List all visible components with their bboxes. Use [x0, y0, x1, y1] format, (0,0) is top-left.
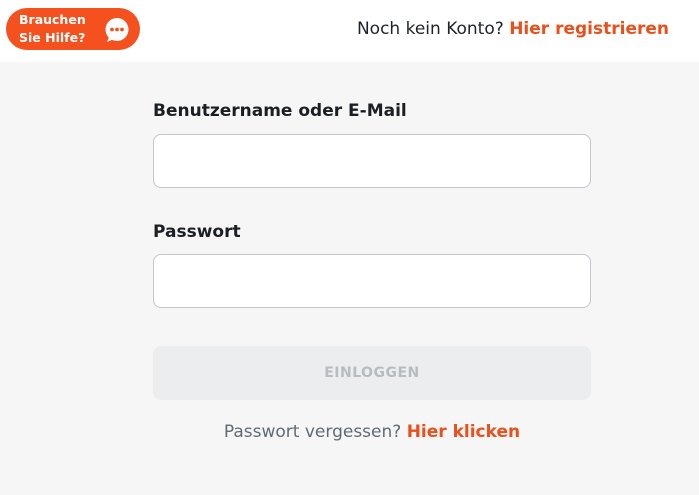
password-label: Passwort	[153, 222, 241, 242]
help-button-label: Brauchen Sie Hilfe?	[19, 12, 86, 45]
signup-prompt-text: Noch kein Konto?	[356, 19, 504, 39]
top-bar: Brauchen Sie Hilfe? Noch kein Konto? Hie…	[0, 0, 699, 62]
username-input[interactable]	[153, 134, 591, 188]
forgot-password-text: Passwort vergessen?	[223, 422, 402, 442]
help-button[interactable]: Brauchen Sie Hilfe?	[6, 8, 140, 50]
signup-link[interactable]: Hier registrieren	[509, 19, 669, 39]
forgot-password-prompt: Passwort vergessen? Hier klicken	[153, 420, 591, 444]
forgot-password-link[interactable]: Hier klicken	[407, 422, 520, 442]
login-button[interactable]: EINLOGGEN	[153, 346, 591, 400]
username-label: Benutzername oder E-Mail	[153, 101, 407, 121]
password-input[interactable]	[153, 254, 591, 308]
chat-bubble-icon	[105, 18, 129, 42]
signup-prompt: Noch kein Konto? Hier registrieren	[357, 17, 669, 41]
